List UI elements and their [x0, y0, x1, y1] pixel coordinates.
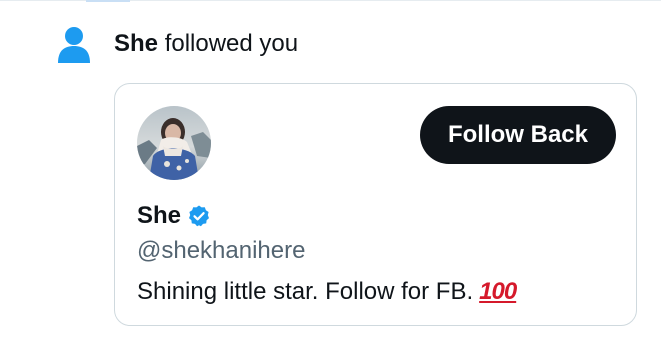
- person-icon: [58, 27, 90, 63]
- notification-headline: She followed you: [114, 28, 298, 60]
- display-name[interactable]: She: [137, 201, 181, 231]
- follow-notification[interactable]: She followed you Follow Back She @shekha…: [0, 0, 661, 346]
- user-bio: Shining little star. Follow for FB. 100: [137, 277, 517, 307]
- top-accent-bar: [86, 0, 130, 2]
- avatar[interactable]: [137, 106, 211, 180]
- verified-badge-icon: [189, 205, 210, 227]
- user-card[interactable]: Follow Back She @shekhanihere Shining li…: [114, 83, 637, 326]
- display-name-row: She: [137, 201, 211, 231]
- hundred-points-icon: 100: [479, 278, 517, 305]
- action-text: followed you: [164, 30, 299, 57]
- actor-name[interactable]: She: [114, 30, 158, 57]
- follow-back-button[interactable]: Follow Back: [419, 106, 616, 164]
- profile-photo: [137, 106, 211, 180]
- user-handle[interactable]: @shekhanihere: [137, 236, 305, 266]
- bio-text: Shining little star. Follow for FB.: [137, 278, 474, 305]
